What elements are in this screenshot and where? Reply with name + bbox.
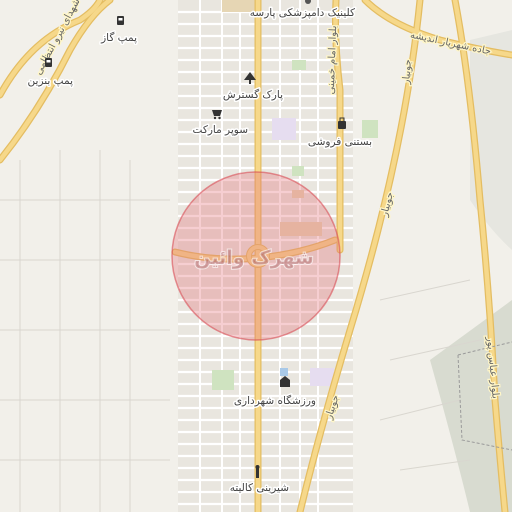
poi-label-supermarket[interactable]: سوپر مارکت [191,123,249,138]
highlight-label: شهرک وائین [194,247,313,269]
fuel-pump-icon[interactable] [45,58,52,67]
map-canvas[interactable]: شهرک وائین شهدای نیرو انتظامی جاده شهریا… [0,0,512,512]
bakery-icon[interactable] [255,465,260,478]
poi-label-petrol-pump[interactable]: پمپ بنزین [26,74,75,89]
fuel-pump-icon[interactable] [117,16,124,25]
map-view[interactable]: شهرک وائین شهدای نیرو انتظامی جاده شهریا… [0,0,512,512]
poi-label-clinic[interactable]: کلینیک دامپزشکی پارسه [248,6,356,21]
poi-label-gostaresh-park[interactable]: پارک گسترش [221,87,284,103]
poi-label-stadium[interactable]: ورزشگاه شهرداری [232,393,317,409]
poi-label-bakery[interactable]: شیرینی کالیته [228,481,290,496]
poi-label-ice-cream[interactable]: بستنی فروشی [306,135,373,150]
poi-label-gas-pump[interactable]: پمپ گاز [99,30,139,46]
road-label-jouybar-1: جوبیار [401,59,414,86]
